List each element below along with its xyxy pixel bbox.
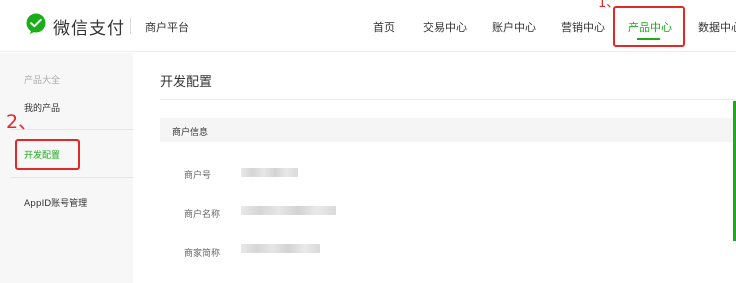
wechat-pay-logo-icon[interactable] (25, 13, 47, 35)
platform-name: 商户平台 (145, 21, 189, 34)
merchant-short-name-label: 商家简称 (184, 249, 221, 259)
annotation-box-dev-config (15, 139, 80, 170)
brand-divider (130, 18, 131, 34)
merchant-info-panel-header (160, 118, 736, 142)
merchant-id-value-redacted (241, 168, 298, 177)
nav-trade-center[interactable]: 交易中心 (423, 19, 467, 35)
nav-account-center[interactable]: 账户中心 (492, 19, 536, 35)
merchant-name-value-redacted (241, 206, 336, 215)
merchant-name-label: 商户名称 (184, 210, 221, 220)
sidebar-divider (10, 177, 133, 178)
sidebar-item-appid-management[interactable]: AppID账号管理 (24, 196, 87, 209)
merchant-info-title: 商户信息 (172, 128, 209, 138)
page-title: 开发配置 (160, 75, 213, 90)
merchant-short-name-value-redacted (241, 244, 320, 253)
brand-name[interactable]: 微信支付 (53, 14, 125, 39)
title-divider (160, 99, 736, 100)
sidebar-section-title: 产品大全 (24, 76, 61, 86)
nav-marketing-center[interactable]: 营销中心 (561, 19, 605, 35)
nav-home[interactable]: 首页 (373, 19, 395, 35)
annotation-box-product-center (613, 6, 685, 47)
annotation-step-1: 1、 (598, 0, 620, 11)
merchant-id-label: 商户号 (184, 171, 212, 181)
app-window: 微信支付 商户平台 首页 交易中心 账户中心 营销中心 产品中心 数据中心 产品… (0, 0, 736, 283)
nav-data-center[interactable]: 数据中心 (698, 19, 736, 35)
annotation-step-2: 2、 (6, 111, 38, 133)
